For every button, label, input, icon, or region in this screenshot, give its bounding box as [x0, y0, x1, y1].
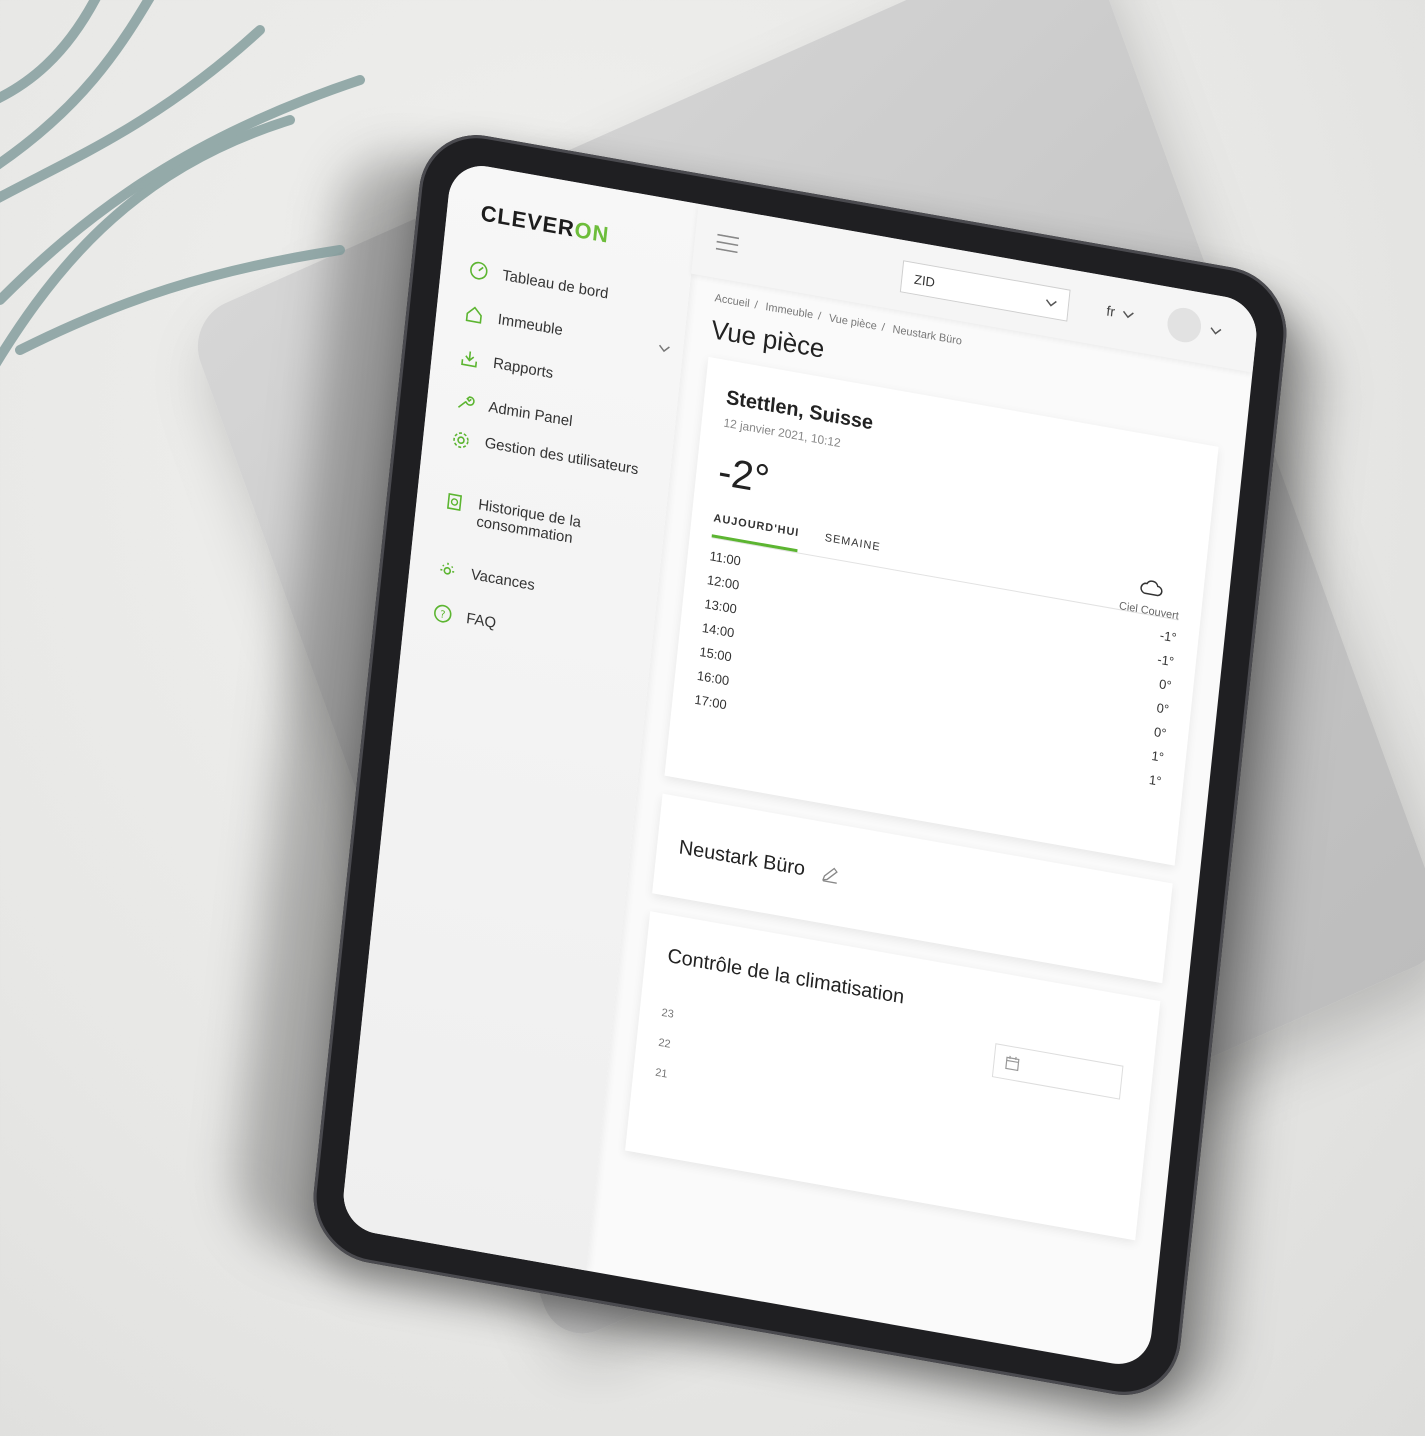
hour-temp: 0°: [1153, 724, 1168, 742]
gear-icon: [453, 432, 469, 449]
chevron-down-icon[interactable]: [657, 340, 672, 356]
sidebar-item-label: Immeuble: [496, 310, 564, 339]
sidebar-item-label: Rapports: [492, 354, 555, 382]
history-icon: [446, 493, 463, 511]
main-content: Accueil / Immeuble / Vue pièce / Neustark B…: [586, 274, 1252, 1370]
building-select[interactable]: ZID: [899, 260, 1071, 322]
breadcrumb-building[interactable]: Immeuble: [765, 301, 814, 321]
cleveron-logo[interactable]: CLEVERON: [479, 200, 611, 249]
hour-temp: -1°: [1156, 651, 1175, 670]
hour-temp: 1°: [1150, 747, 1165, 766]
weather-card: Stettlen, Suisse 12 janvier 2021, 10:12 …: [664, 356, 1219, 866]
sun-icon: [440, 562, 455, 575]
tab-week[interactable]: SEMAINE: [823, 524, 882, 567]
home-icon: [465, 306, 482, 324]
sidebar-item-label: Admin Panel: [487, 398, 574, 430]
sidebar-nav: Tableau de bord Immeuble Rapports Admin …: [431, 247, 678, 670]
help-icon: ?: [434, 604, 452, 623]
tablet-device: CLEVERON Tableau de bord Immeuble Rappor…: [307, 125, 1293, 1405]
hour-temp: 0°: [1158, 676, 1173, 694]
chevron-down-icon[interactable]: [1208, 322, 1223, 338]
breadcrumb-room-view[interactable]: Vue pièce: [828, 312, 877, 332]
building-select-value: ZID: [913, 271, 936, 291]
svg-text:?: ?: [439, 609, 445, 621]
language-value: fr: [1105, 302, 1116, 320]
language-select[interactable]: fr: [1106, 302, 1136, 323]
breadcrumb-current: Neustark Büro: [891, 323, 963, 348]
hour-temp: 0°: [1155, 700, 1170, 718]
avatar[interactable]: [1165, 305, 1203, 345]
menu-icon[interactable]: [715, 233, 740, 254]
hour-temp: 1°: [1148, 771, 1163, 789]
cloud-icon: [1140, 580, 1163, 597]
calendar-icon: [1005, 1055, 1020, 1072]
chevron-down-icon: [1045, 299, 1057, 307]
room-name: Neustark Büro: [677, 835, 807, 880]
dashboard-icon: [470, 261, 488, 280]
sidebar-item-label: Vacances: [470, 565, 536, 594]
sidebar-item-label: Tableau de bord: [501, 266, 610, 303]
hour-time: 17:00: [693, 691, 728, 713]
chevron-down-icon: [1122, 310, 1134, 319]
hour-temp: -1°: [1159, 627, 1178, 646]
app-screen: CLEVERON Tableau de bord Immeuble Rappor…: [340, 160, 1260, 1370]
breadcrumb-home[interactable]: Accueil: [714, 292, 750, 310]
download-report-icon: [461, 351, 478, 368]
tab-today[interactable]: AUJOURD'HUI: [711, 504, 801, 553]
wrench-icon: [457, 396, 475, 408]
plant-leaves-image: [0, 0, 365, 367]
sidebar-item-label: FAQ: [465, 609, 497, 632]
weather-condition: Ciel Couvert: [1118, 570, 1182, 622]
weather-condition-label: Ciel Couvert: [1118, 600, 1180, 623]
edit-pencil-icon[interactable]: [820, 862, 842, 885]
